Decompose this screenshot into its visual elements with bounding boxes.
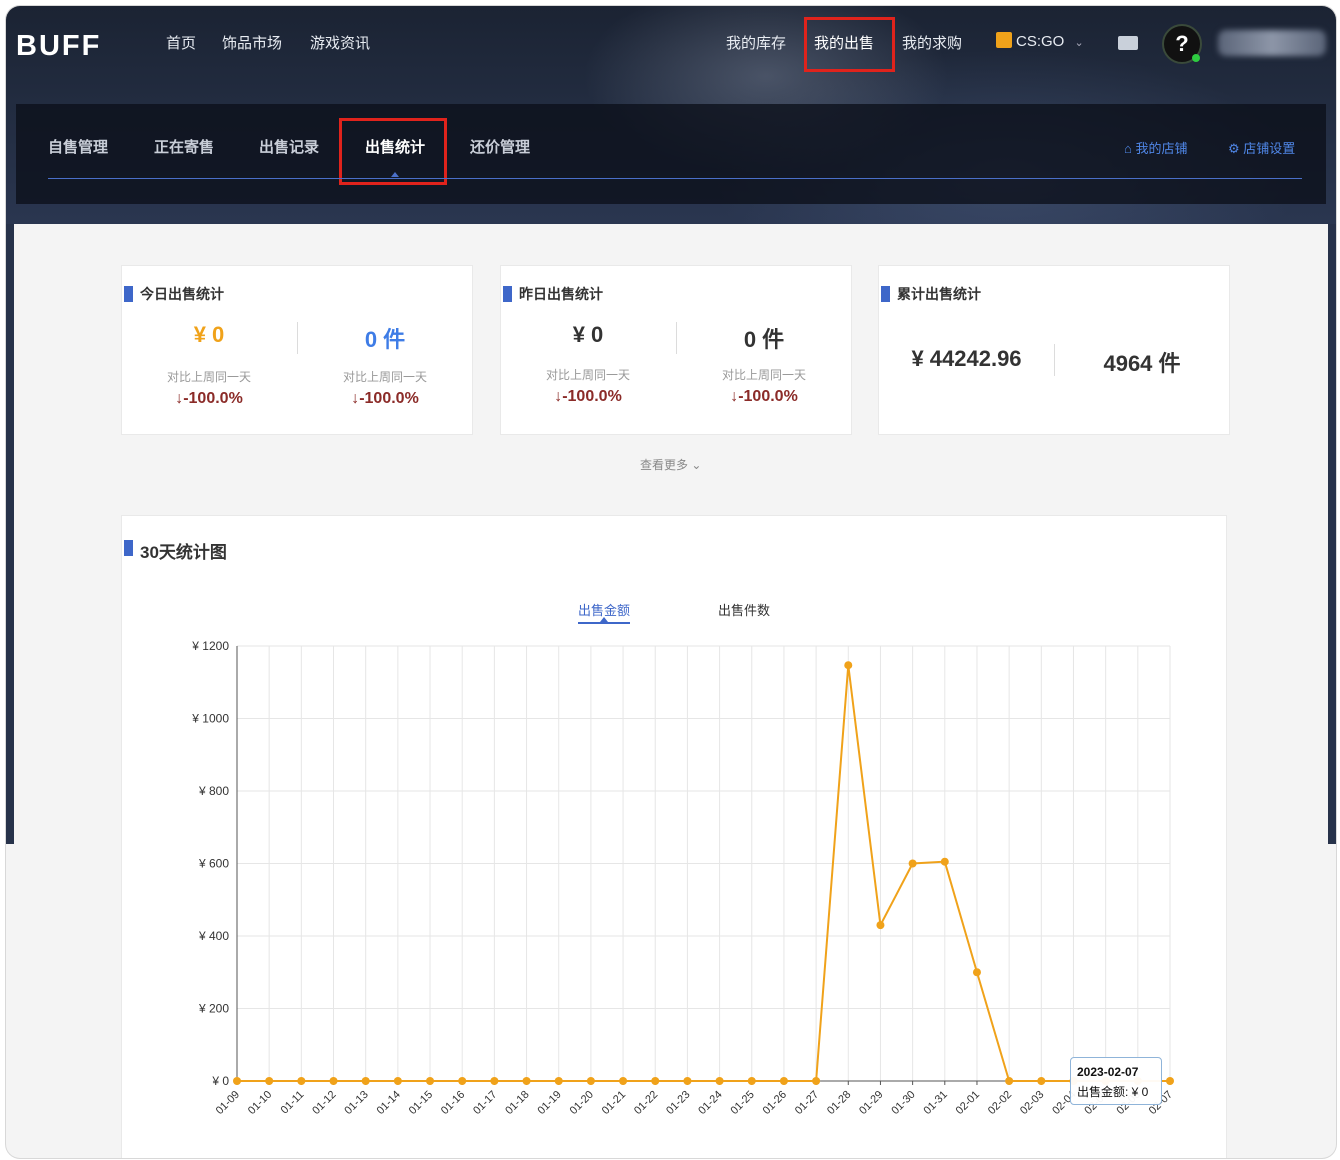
my-shop-label: 我的店铺 xyxy=(1135,141,1188,156)
app-window: BUFF 首页 饰品市场 游戏资讯 我的库存 我的出售 我的求购 CS:GO ⌄… xyxy=(6,6,1336,1158)
card-title: 昨日出售统计 xyxy=(519,286,603,302)
yesterday-count: 0 件 xyxy=(743,327,785,352)
view-more-button[interactable]: 查看更多 ⌄ xyxy=(640,456,701,473)
today-amount: ¥ 0 xyxy=(193,322,225,347)
chart-title: 30天统计图 xyxy=(140,543,227,562)
title-marker xyxy=(124,540,133,556)
shop-icon: ⌂ xyxy=(1124,141,1132,156)
nav-inventory[interactable]: 我的库存 xyxy=(726,32,786,53)
buff-logo[interactable]: BUFF xyxy=(16,30,101,63)
tooltip-date: 2023-02-07 xyxy=(1077,1065,1139,1079)
compare-label: 对比上周同一天 xyxy=(545,368,630,382)
highlight-my-sales xyxy=(804,17,895,72)
tab-bargain[interactable]: 还价管理 xyxy=(470,136,530,157)
tab-self-sale[interactable]: 自售管理 xyxy=(48,136,108,157)
divider xyxy=(676,322,677,354)
amount-change: ↓-100.0% xyxy=(554,388,622,405)
amount-change: ↓-100.0% xyxy=(175,390,243,407)
card-title: 今日出售统计 xyxy=(140,286,224,302)
nav-news[interactable]: 游戏资讯 xyxy=(310,32,370,53)
tab-consigning[interactable]: 正在寄售 xyxy=(154,136,214,157)
nav-my-buys[interactable]: 我的求购 xyxy=(902,32,962,53)
csgo-icon xyxy=(996,32,1012,48)
shop-settings-link[interactable]: ⚙ 店铺设置 xyxy=(1228,138,1295,157)
count-change: ↓-100.0% xyxy=(730,388,798,405)
tab-sales-count[interactable]: 出售件数 xyxy=(718,600,770,619)
shop-settings-label: 店铺设置 xyxy=(1243,141,1296,156)
title-marker xyxy=(503,286,512,302)
active-tab-caret xyxy=(600,617,608,622)
view-more-label: 查看更多 xyxy=(640,458,689,472)
nav-market[interactable]: 饰品市场 xyxy=(222,32,282,53)
divider xyxy=(297,322,298,354)
top-nav: BUFF 首页 饰品市场 游戏资讯 我的库存 我的出售 我的求购 CS:GO ⌄… xyxy=(6,6,1336,78)
user-avatar-blurred[interactable] xyxy=(1218,30,1326,56)
divider xyxy=(1054,344,1055,376)
game-selector[interactable]: CS:GO ⌄ xyxy=(996,32,1084,50)
nav-home[interactable]: 首页 xyxy=(166,32,196,53)
total-amount: ¥ 44242.96 xyxy=(911,346,1022,371)
online-status-dot xyxy=(1192,54,1200,62)
today-stats-card: 今日出售统计 ¥ 0 0 件 对比上周同一天 对比上周同一天 ↓-100.0% … xyxy=(122,266,472,434)
yesterday-amount: ¥ 0 xyxy=(572,322,604,347)
active-tab-caret xyxy=(391,172,399,177)
title-marker xyxy=(881,286,890,302)
compare-label: 对比上周同一天 xyxy=(166,370,251,384)
game-label: CS:GO xyxy=(1016,33,1065,50)
tab-sale-records[interactable]: 出售记录 xyxy=(259,136,319,157)
count-change: ↓-100.0% xyxy=(351,390,419,407)
compare-label: 对比上周同一天 xyxy=(342,370,427,384)
compare-label: 对比上周同一天 xyxy=(721,368,806,382)
total-count: 4964 件 xyxy=(1103,351,1181,376)
today-count: 0 件 xyxy=(364,327,406,352)
tooltip-value: 出售金额: ¥ 0 xyxy=(1077,1085,1149,1099)
sub-nav-underline xyxy=(48,178,1302,179)
total-stats-card: 累计出售统计 ¥ 44242.96 4964 件 xyxy=(879,266,1229,434)
gear-icon: ⚙ xyxy=(1228,141,1240,156)
mail-icon[interactable] xyxy=(1118,36,1138,50)
card-title: 累计出售统计 xyxy=(897,286,981,302)
chart-tooltip: 2023-02-07 出售金额: ¥ 0 xyxy=(1070,1057,1162,1105)
chevron-down-icon: ⌄ xyxy=(1074,37,1084,49)
chart-card: 30天统计图 出售金额 出售件数 xyxy=(122,516,1226,1158)
my-shop-link[interactable]: ⌂ 我的店铺 xyxy=(1124,138,1188,157)
title-marker xyxy=(124,286,133,302)
yesterday-stats-card: 昨日出售统计 ¥ 0 0 件 对比上周同一天 对比上周同一天 ↓-100.0% … xyxy=(501,266,851,434)
active-tab-underline xyxy=(578,622,630,624)
chevron-down-icon: ⌄ xyxy=(691,458,702,472)
